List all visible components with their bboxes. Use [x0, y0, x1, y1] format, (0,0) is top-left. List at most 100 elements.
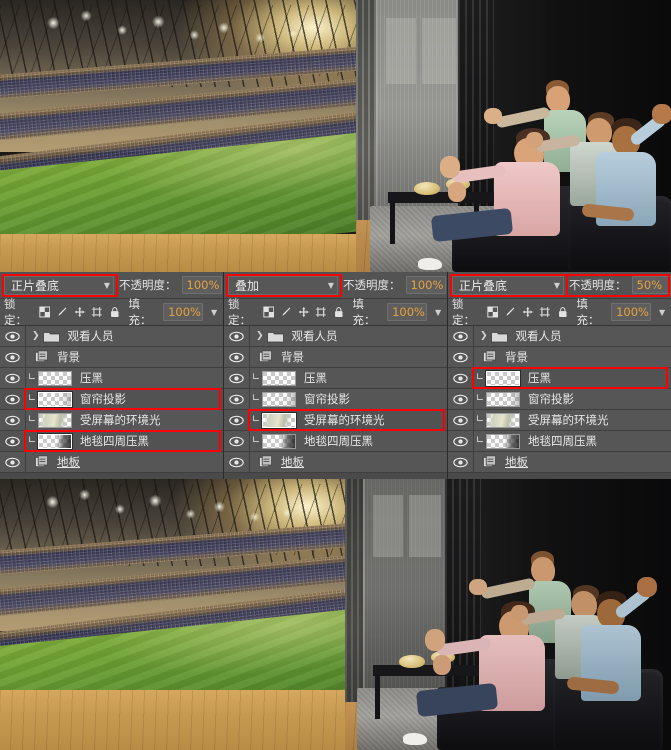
layer-visibility-toggle[interactable]: [224, 452, 250, 472]
eye-icon[interactable]: [5, 394, 20, 405]
move-lock-icon[interactable]: [74, 305, 86, 319]
layer-row[interactable]: ∟ 地毯四周压黑: [224, 431, 447, 452]
layer-visibility-toggle[interactable]: [224, 389, 250, 409]
move-lock-icon[interactable]: [298, 305, 310, 319]
eye-icon[interactable]: [5, 457, 20, 468]
layer-row[interactable]: 背景: [448, 347, 671, 368]
layer-visibility-toggle[interactable]: [0, 368, 26, 388]
fill-value[interactable]: 100%: [387, 303, 428, 321]
layer-row[interactable]: ∟ 压黑: [224, 368, 447, 389]
layer-row[interactable]: ∟ 地毯四周压黑: [0, 431, 223, 452]
transparent-pixels-lock-icon[interactable]: [486, 305, 499, 319]
eye-icon[interactable]: [229, 352, 244, 363]
eye-icon[interactable]: [229, 331, 244, 342]
layer-visibility-toggle[interactable]: [448, 431, 474, 451]
layer-row[interactable]: ∟ 压黑: [0, 368, 223, 389]
layer-visibility-toggle[interactable]: [224, 410, 250, 430]
layer-thumbnail[interactable]: [262, 412, 296, 428]
eye-icon[interactable]: [5, 415, 20, 426]
layer-thumbnail[interactable]: [486, 433, 520, 449]
chevron-right-icon[interactable]: ❯: [32, 331, 40, 341]
layer-visibility-toggle[interactable]: [0, 389, 26, 409]
eye-icon[interactable]: [5, 352, 20, 363]
transparent-pixels-lock-icon[interactable]: [262, 305, 275, 319]
fill-chevron-down-icon[interactable]: ▼: [657, 308, 667, 317]
layer-thumbnail[interactable]: [38, 391, 72, 407]
chevron-right-icon[interactable]: ❯: [480, 331, 488, 341]
layer-row[interactable]: 地板: [224, 452, 447, 473]
layer-row[interactable]: 背景: [0, 347, 223, 368]
layer-row[interactable]: ∟ 受屏幕的环境光: [0, 410, 223, 431]
layer-thumbnail[interactable]: [38, 370, 72, 386]
eye-icon[interactable]: [453, 415, 468, 426]
layer-thumbnail[interactable]: [486, 370, 520, 386]
chevron-down-icon[interactable]: ▼: [328, 281, 334, 290]
artboard-lock-icon[interactable]: [91, 305, 103, 319]
layer-visibility-toggle[interactable]: [448, 368, 474, 388]
opacity-value[interactable]: 50%: [631, 276, 671, 294]
eye-icon[interactable]: [453, 373, 468, 384]
fill-chevron-down-icon[interactable]: ▼: [209, 308, 219, 317]
blend-mode-dropdown[interactable]: 叠加 ▼: [228, 275, 338, 295]
lock-all-icon[interactable]: [557, 305, 569, 319]
eye-icon[interactable]: [453, 457, 468, 468]
eye-icon[interactable]: [5, 436, 20, 447]
layer-visibility-toggle[interactable]: [0, 347, 26, 367]
layer-row[interactable]: ❯ 观看人员: [0, 326, 223, 347]
layer-visibility-toggle[interactable]: [448, 326, 474, 346]
brush-lock-icon[interactable]: [504, 305, 516, 319]
layer-row[interactable]: 背景: [224, 347, 447, 368]
transparent-pixels-lock-icon[interactable]: [38, 305, 51, 319]
layer-thumbnail[interactable]: [38, 412, 72, 428]
eye-icon[interactable]: [229, 394, 244, 405]
layer-visibility-toggle[interactable]: [448, 410, 474, 430]
layer-row[interactable]: 地板: [448, 452, 671, 473]
chevron-down-icon[interactable]: ▼: [554, 281, 560, 290]
fill-chevron-down-icon[interactable]: ▼: [433, 308, 443, 317]
layer-thumbnail[interactable]: [262, 370, 296, 386]
layer-thumbnail[interactable]: [262, 391, 296, 407]
layer-row[interactable]: ∟ 压黑: [448, 368, 671, 389]
chevron-right-icon[interactable]: ❯: [256, 331, 264, 341]
layer-visibility-toggle[interactable]: [224, 368, 250, 388]
layer-row[interactable]: ∟ 地毯四周压黑: [448, 431, 671, 452]
eye-icon[interactable]: [229, 373, 244, 384]
chevron-down-icon[interactable]: ▼: [104, 281, 110, 290]
artboard-lock-icon[interactable]: [539, 305, 551, 319]
layer-thumbnail[interactable]: [38, 433, 72, 449]
eye-icon[interactable]: [453, 352, 468, 363]
eye-icon[interactable]: [453, 436, 468, 447]
fill-value[interactable]: 100%: [163, 303, 204, 321]
blend-mode-dropdown[interactable]: 正片叠底 ▼: [4, 275, 114, 295]
blend-mode-dropdown[interactable]: 正片叠底 ▼: [452, 275, 564, 295]
layer-visibility-toggle[interactable]: [448, 347, 474, 367]
eye-icon[interactable]: [5, 331, 20, 342]
eye-icon[interactable]: [5, 373, 20, 384]
move-lock-icon[interactable]: [522, 305, 534, 319]
brush-lock-icon[interactable]: [280, 305, 292, 319]
eye-icon[interactable]: [453, 394, 468, 405]
layer-row[interactable]: ∟ 窗帘投影: [0, 389, 223, 410]
layer-visibility-toggle[interactable]: [0, 326, 26, 346]
layer-visibility-toggle[interactable]: [0, 452, 26, 472]
opacity-value[interactable]: 100%: [405, 276, 446, 294]
layer-visibility-toggle[interactable]: [448, 452, 474, 472]
opacity-value[interactable]: 100%: [181, 276, 222, 294]
layer-row[interactable]: ❯ 观看人员: [448, 326, 671, 347]
layer-visibility-toggle[interactable]: [0, 410, 26, 430]
eye-icon[interactable]: [229, 436, 244, 447]
layer-row[interactable]: ❯ 观看人员: [224, 326, 447, 347]
brush-lock-icon[interactable]: [56, 305, 68, 319]
layer-visibility-toggle[interactable]: [224, 347, 250, 367]
lock-all-icon[interactable]: [333, 305, 345, 319]
layer-thumbnail[interactable]: [486, 391, 520, 407]
eye-icon[interactable]: [453, 331, 468, 342]
fill-value[interactable]: 100%: [611, 303, 652, 321]
layer-thumbnail[interactable]: [262, 433, 296, 449]
layer-row[interactable]: ∟ 窗帘投影: [224, 389, 447, 410]
layer-visibility-toggle[interactable]: [0, 431, 26, 451]
eye-icon[interactable]: [229, 415, 244, 426]
layer-row[interactable]: ∟ 窗帘投影: [448, 389, 671, 410]
layer-visibility-toggle[interactable]: [448, 389, 474, 409]
layer-visibility-toggle[interactable]: [224, 431, 250, 451]
